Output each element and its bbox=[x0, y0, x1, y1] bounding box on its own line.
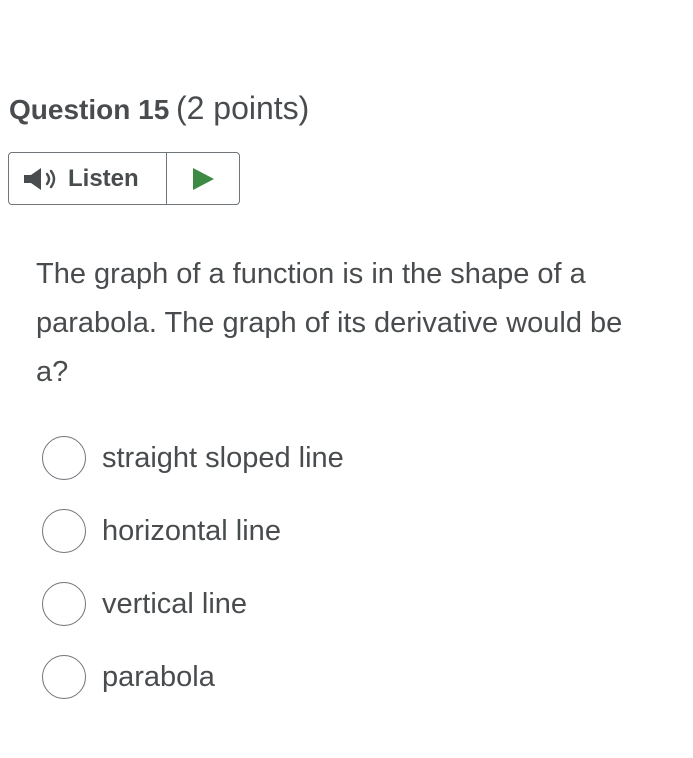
listen-label: Listen bbox=[68, 164, 139, 192]
answer-option-label: vertical line bbox=[102, 588, 248, 620]
radio-button[interactable] bbox=[42, 509, 86, 553]
radio-button[interactable] bbox=[42, 655, 86, 699]
answer-option-label: horizontal line bbox=[102, 515, 281, 547]
answer-option-label: parabola bbox=[102, 661, 215, 693]
question-points: (2 points) bbox=[175, 90, 310, 126]
question-header: Question 15 (2 points) bbox=[9, 86, 309, 134]
answer-option-label: straight sloped line bbox=[102, 442, 344, 474]
answer-option[interactable]: vertical line bbox=[42, 582, 662, 655]
answer-options: straight sloped line horizontal line ver… bbox=[42, 436, 662, 728]
answer-option[interactable]: parabola bbox=[42, 655, 662, 728]
speaker-icon bbox=[22, 166, 60, 192]
question-title: Question 15 bbox=[9, 94, 170, 125]
answer-option[interactable]: straight sloped line bbox=[42, 436, 662, 509]
listen-button[interactable]: Listen bbox=[9, 153, 167, 204]
play-button[interactable] bbox=[167, 153, 239, 204]
radio-button[interactable] bbox=[42, 436, 86, 480]
question-text-line: The graph of a function is in the shape … bbox=[36, 258, 586, 290]
question-text-line: a? bbox=[36, 356, 69, 388]
play-icon bbox=[191, 167, 215, 191]
answer-option[interactable]: horizontal line bbox=[42, 509, 662, 582]
question-text-line: parabola. The graph of its derivative wo… bbox=[36, 307, 623, 339]
listen-widget: Listen bbox=[8, 152, 240, 205]
radio-button[interactable] bbox=[42, 582, 86, 626]
question-text: The graph of a function is in the shape … bbox=[36, 250, 693, 397]
